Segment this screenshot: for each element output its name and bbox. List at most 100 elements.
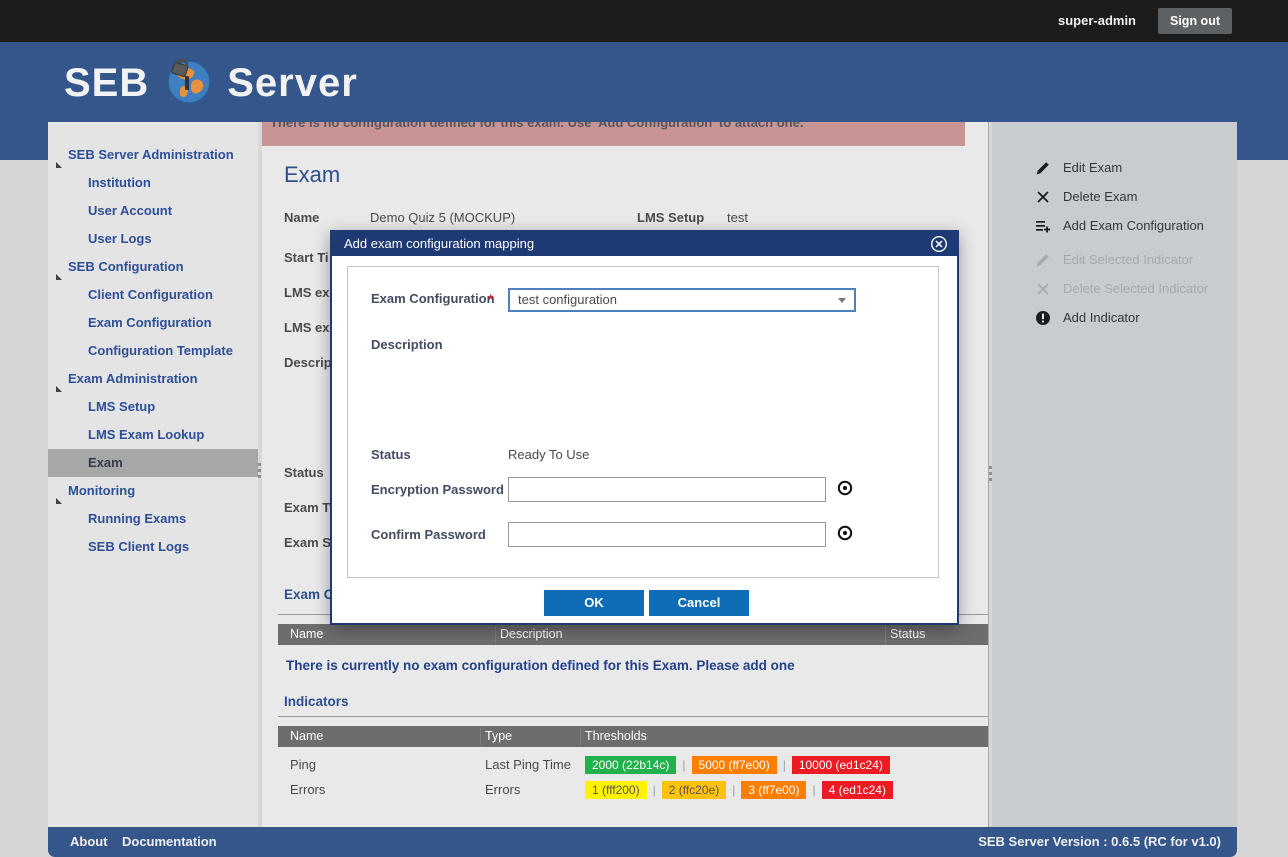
footer-bar: About Documentation SEB Server Version :… xyxy=(48,827,1237,857)
edit-selected-indicator-action: Edit Selected Indicator xyxy=(992,249,1237,271)
edit-icon xyxy=(1035,160,1051,181)
logo-text-seb: SEB xyxy=(64,61,149,106)
sidebar-item-lms-exam-lookup[interactable]: LMS Exam Lookup xyxy=(48,421,258,449)
delete-icon xyxy=(1035,189,1051,210)
navigation-sidebar: SEB Server Administration Institution Us… xyxy=(48,122,258,827)
threshold-badge: 2000 (22b14c) xyxy=(585,756,676,774)
sidebar-item-lms-setup[interactable]: LMS Setup xyxy=(48,393,258,421)
exam-name-value: Demo Quiz 5 (MOCKUP) xyxy=(370,210,515,225)
confirm-password-label: Confirm Password xyxy=(371,527,486,542)
indicator-name: Ping xyxy=(290,752,316,777)
indicator-type: Errors xyxy=(485,777,520,802)
sidebar-item-monitoring[interactable]: Monitoring xyxy=(48,477,258,505)
indicator-row-errors[interactable]: Errors Errors 1 (fff200) | 2 (ffc20e) | … xyxy=(278,777,988,802)
delete-icon xyxy=(1035,281,1051,302)
indicator-name: Errors xyxy=(290,777,325,802)
dropdown-selected-value: test configuration xyxy=(518,290,617,310)
exam-config-empty-message: There is currently no exam configuration… xyxy=(286,658,795,673)
action-panel: Edit Exam Delete Exam Add Exam Configura… xyxy=(992,122,1237,827)
sash-grip[interactable] xyxy=(989,466,992,484)
cancel-button[interactable]: Cancel xyxy=(649,590,749,616)
column-header-name: Name xyxy=(290,726,323,747)
warning-banner-text: There is no configuration defined for th… xyxy=(270,122,803,130)
add-exam-config-mapping-dialog: Add exam configuration mapping Exam Conf… xyxy=(330,230,959,625)
delete-exam-action[interactable]: Delete Exam xyxy=(992,186,1237,208)
start-time-label: Start Ti xyxy=(284,250,329,265)
column-header-thresholds: Thresholds xyxy=(585,726,647,747)
column-header-type: Type xyxy=(485,726,512,747)
description-field-label: Description xyxy=(371,337,443,352)
threshold-badges: 2000 (22b14c) | 5000 (ff7e00) | 10000 (e… xyxy=(585,752,890,777)
lms-setup-label: LMS Setup xyxy=(637,210,704,225)
threshold-badges: 1 (fff200) | 2 (ffc20e) | 3 (ff7e00) | 4… xyxy=(585,777,893,802)
globe-icon xyxy=(163,56,213,111)
add-indicator-action[interactable]: Add Indicator xyxy=(992,307,1237,329)
indicator-type: Last Ping Time xyxy=(485,752,571,777)
sign-out-button[interactable]: Sign out xyxy=(1158,8,1232,34)
exam-configuration-field-label: Exam Configuration xyxy=(371,291,495,306)
chevron-down-icon xyxy=(838,298,846,303)
sidebar-item-user-logs[interactable]: User Logs xyxy=(48,225,258,253)
threshold-badge: 3 (ff7e00) xyxy=(741,781,806,799)
ok-button[interactable]: OK xyxy=(544,590,644,616)
app-logo: SEB Server xyxy=(64,56,358,111)
documentation-link[interactable]: Documentation xyxy=(122,827,217,857)
dialog-title-bar: Add exam configuration mapping xyxy=(332,232,957,256)
sidebar-item-exam-administration[interactable]: Exam Administration xyxy=(48,365,258,393)
sidebar-item-seb-client-logs[interactable]: SEB Client Logs xyxy=(48,533,258,561)
sidebar-item-user-account[interactable]: User Account xyxy=(48,197,258,225)
exam-config-table-header: Name Description Status xyxy=(278,624,988,645)
status-field-label: Status xyxy=(371,447,411,462)
sash-grip[interactable] xyxy=(258,463,261,481)
add-indicator-icon xyxy=(1035,310,1051,331)
status-label: Status xyxy=(284,465,324,480)
section-divider xyxy=(278,716,988,717)
column-header-name: Name xyxy=(290,624,323,645)
indicators-section-title: Indicators xyxy=(284,694,349,709)
indicator-row-ping[interactable]: Ping Last Ping Time 2000 (22b14c) | 5000… xyxy=(278,752,988,777)
page-title: Exam xyxy=(284,162,340,188)
sidebar-item-configuration-template[interactable]: Configuration Template xyxy=(48,337,258,365)
lms-exam-label-1: LMS ex xyxy=(284,285,330,300)
sidebar-item-seb-server-administration[interactable]: SEB Server Administration xyxy=(48,141,258,169)
lms-exam-label-2: LMS ex xyxy=(284,320,330,335)
top-bar: super-admin Sign out xyxy=(0,0,1288,42)
current-user-label: super-admin xyxy=(1058,0,1136,42)
close-icon[interactable] xyxy=(930,235,948,253)
exam-configuration-section-title: Exam C xyxy=(284,587,334,602)
add-exam-configuration-action[interactable]: Add Exam Configuration xyxy=(992,215,1237,237)
seb-server-app: super-admin Sign out SEB Server SEB Serv… xyxy=(0,0,1288,857)
encryption-password-label: Encryption Password xyxy=(371,482,504,497)
column-header-description: Description xyxy=(500,624,563,645)
required-marker: * xyxy=(488,291,493,307)
sidebar-item-seb-configuration[interactable]: SEB Configuration xyxy=(48,253,258,281)
lms-setup-value: test xyxy=(727,210,748,225)
sidebar-item-exam-configuration[interactable]: Exam Configuration xyxy=(48,309,258,337)
confirm-password-input[interactable] xyxy=(508,522,826,547)
sidebar-item-exam[interactable]: Exam xyxy=(48,449,258,477)
version-label: SEB Server Version : 0.6.5 (RC for v1.0) xyxy=(978,827,1221,857)
status-field-value: Ready To Use xyxy=(508,447,589,462)
edit-icon xyxy=(1035,252,1051,273)
exam-name-label: Name xyxy=(284,210,319,225)
warning-banner: There is no configuration defined for th… xyxy=(262,122,965,146)
logo-text-server: Server xyxy=(227,61,358,106)
eye-icon[interactable] xyxy=(836,479,854,497)
threshold-badge: 1 (fff200) xyxy=(585,781,647,799)
edit-exam-action[interactable]: Edit Exam xyxy=(992,157,1237,179)
sidebar-item-running-exams[interactable]: Running Exams xyxy=(48,505,258,533)
eye-icon[interactable] xyxy=(836,524,854,542)
threshold-badge: 4 (ed1c24) xyxy=(822,781,893,799)
description-label: Descrip xyxy=(284,355,332,370)
encryption-password-input[interactable] xyxy=(508,477,826,502)
threshold-badge: 2 (ffc20e) xyxy=(662,781,726,799)
about-link[interactable]: About xyxy=(70,827,108,857)
exam-supporter-label: Exam S xyxy=(284,535,331,550)
dialog-field-group: Exam Configuration * test configuration … xyxy=(347,266,939,578)
sidebar-item-institution[interactable]: Institution xyxy=(48,169,258,197)
exam-configuration-dropdown[interactable]: test configuration xyxy=(508,288,856,312)
sidebar-item-client-configuration[interactable]: Client Configuration xyxy=(48,281,258,309)
add-config-icon xyxy=(1035,218,1051,239)
indicators-table-header: Name Type Thresholds xyxy=(278,726,988,747)
delete-selected-indicator-action: Delete Selected Indicator xyxy=(992,278,1237,300)
